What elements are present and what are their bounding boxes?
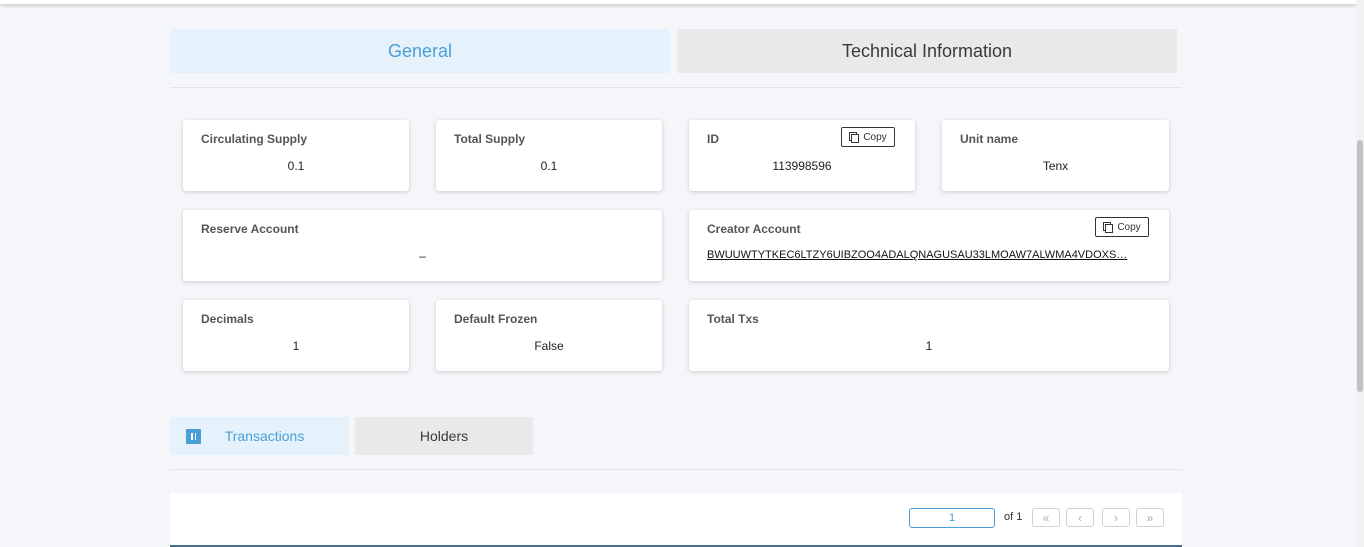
copy-icon: [1103, 222, 1114, 233]
last-page-button[interactable]: »: [1136, 508, 1164, 527]
subtabs-divider: [170, 469, 1182, 470]
copy-id-label: Copy: [863, 131, 887, 143]
tab-general-label: General: [387, 40, 453, 61]
decimals-card: Decimals 1: [183, 300, 409, 371]
reserve-account-value: –: [419, 249, 426, 263]
tab-holders[interactable]: Holders: [355, 417, 533, 455]
copy-creator-button[interactable]: Copy: [1095, 217, 1149, 237]
first-page-button[interactable]: «: [1032, 508, 1060, 527]
id-card: ID Copy 113998596: [689, 120, 915, 191]
scrollbar[interactable]: [1356, 0, 1364, 547]
chevron-left-icon: ‹: [1078, 510, 1082, 525]
pause-icon: [186, 429, 201, 444]
page-number-input[interactable]: [909, 508, 995, 528]
tab-technical-information[interactable]: Technical Information: [677, 29, 1177, 73]
default-frozen-card: Default Frozen False: [436, 300, 662, 371]
tab-holders-label: Holders: [419, 428, 469, 444]
default-frozen-label: Default Frozen: [454, 312, 538, 326]
id-label: ID: [707, 132, 719, 146]
tabs-divider: [170, 87, 1182, 88]
page-count-text: of 1: [1004, 511, 1023, 523]
creator-account-card: Creator Account Copy BWUUWTYTKEC6LTZY6UI…: [689, 210, 1169, 281]
reserve-account-card: Reserve Account –: [183, 210, 662, 281]
unit-name-value: Tenx: [1042, 159, 1069, 173]
unit-name-label: Unit name: [960, 132, 1019, 146]
decimals-value: 1: [292, 339, 300, 353]
total-supply-label: Total Supply: [454, 132, 526, 146]
tab-general[interactable]: General: [170, 29, 670, 73]
reserve-account-label: Reserve Account: [201, 222, 299, 236]
chevron-right-icon: ›: [1114, 510, 1118, 525]
copy-creator-label: Copy: [1117, 221, 1141, 233]
decimals-label: Decimals: [201, 312, 254, 326]
circulating-supply-label: Circulating Supply: [201, 132, 308, 146]
creator-account-label: Creator Account: [707, 222, 801, 236]
unit-name-card: Unit name Tenx: [942, 120, 1169, 191]
tab-transactions-label: Transactions: [224, 428, 305, 444]
copy-id-button[interactable]: Copy: [841, 127, 895, 147]
next-page-button[interactable]: ›: [1102, 508, 1130, 527]
circulating-supply-value: 0.1: [287, 159, 305, 173]
total-txs-value: 1: [925, 339, 933, 353]
circulating-supply-card: Circulating Supply 0.1: [183, 120, 409, 191]
total-supply-value: 0.1: [540, 159, 558, 173]
id-value: 113998596: [772, 159, 832, 173]
creator-account-link[interactable]: BWUUWTYTKEC6LTZY6UIBZOO4ADALQNAGUSAU33LM…: [707, 249, 1147, 261]
tab-transactions[interactable]: Transactions: [170, 417, 349, 455]
double-chevron-right-icon: »: [1146, 510, 1154, 525]
double-chevron-left-icon: «: [1042, 510, 1050, 525]
default-frozen-value: False: [534, 339, 564, 353]
tab-technical-information-label: Technical Information: [841, 40, 1013, 61]
prev-page-button[interactable]: ‹: [1066, 508, 1094, 527]
copy-icon: [849, 132, 860, 143]
total-txs-label: Total Txs: [707, 312, 759, 326]
top-bar: [0, 0, 1356, 4]
total-supply-card: Total Supply 0.1: [436, 120, 662, 191]
transactions-panel: of 1 « ‹ › »: [170, 493, 1182, 547]
total-txs-card: Total Txs 1: [689, 300, 1169, 371]
scrollbar-thumb[interactable]: [1357, 140, 1363, 392]
